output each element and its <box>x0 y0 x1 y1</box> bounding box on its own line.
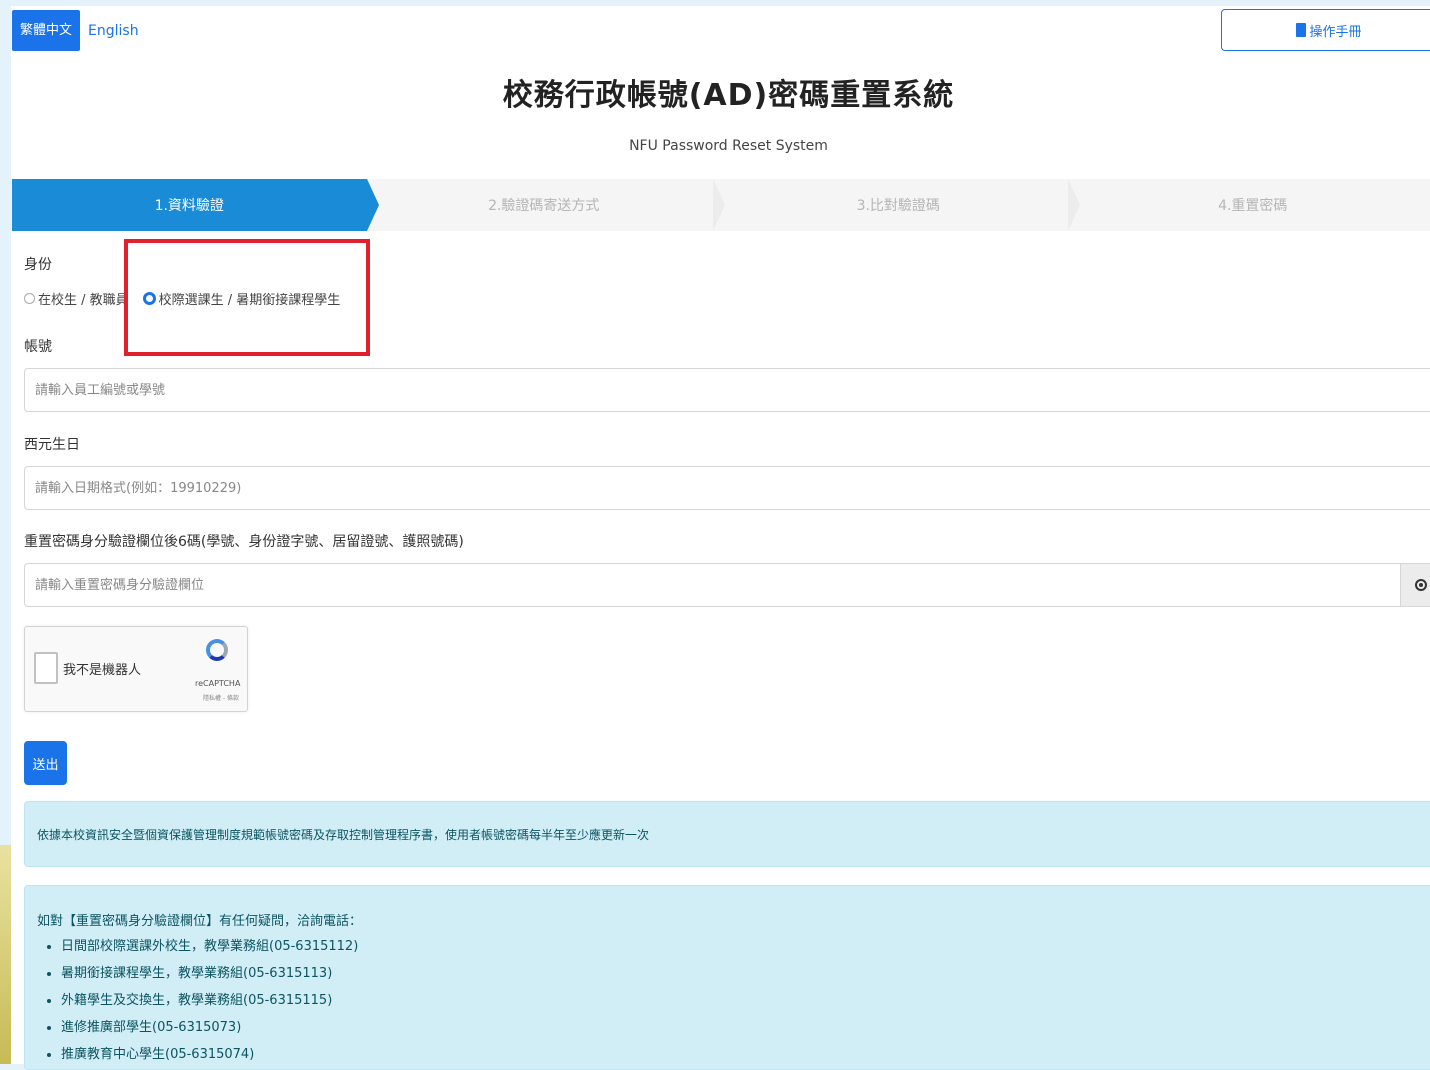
recaptcha-logo-icon <box>206 639 228 661</box>
recaptcha-checkbox[interactable] <box>34 652 58 684</box>
step-progress: 1.資料驗證 2.驗證碼寄送方式 3.比對驗證碼 4.重置密碼 <box>12 179 1430 231</box>
identity-option-staff-label: 在校生 / 教職員 <box>38 289 129 308</box>
contact-item: 外籍學生及交換生，教學業務組(05-6315115) <box>61 987 1430 1014</box>
manual-button[interactable]: 操作手冊 <box>1221 9 1430 51</box>
eye-icon <box>1415 579 1427 591</box>
birthday-input[interactable] <box>24 466 1430 510</box>
policy-notice: 依據本校資訊安全暨個資保護管理制度規範帳號密碼及存取控制管理程序書，使用者帳號密… <box>24 801 1430 867</box>
lang-zh-button[interactable]: 繁體中文 <box>12 10 80 51</box>
page-title: 校務行政帳號(AD)密碼重置系統 <box>11 70 1430 114</box>
recaptcha-terms-link[interactable]: 隱私權 - 條款 <box>203 693 239 702</box>
identity-option-staff[interactable]: 在校生 / 教職員 <box>24 289 129 308</box>
step-3: 3.比對驗證碼 <box>721 179 1076 231</box>
book-icon <box>1296 23 1306 37</box>
manual-label: 操作手冊 <box>1309 21 1361 40</box>
recaptcha-text: 我不是機器人 <box>63 659 141 678</box>
recaptcha-widget: 我不是機器人 reCAPTCHA 隱私權 - 條款 <box>24 626 248 712</box>
decorative-side-bar <box>0 845 11 1064</box>
birthday-label: 西元生日 <box>24 434 80 454</box>
identity-label: 身份 <box>24 254 52 274</box>
contact-item: 日間部校際選課外校生，教學業務組(05-6315112) <box>61 933 1430 960</box>
contact-info-box: 如對【重置密碼身分驗證欄位】有任何疑問，洽詢電話： 日間部校際選課外校生，教學業… <box>24 885 1430 1070</box>
lang-en-link[interactable]: English <box>88 23 139 39</box>
toggle-visibility-button[interactable] <box>1400 563 1430 607</box>
contact-item: 暑期銜接課程學生，教學業務組(05-6315113) <box>61 960 1430 987</box>
policy-notice-text: 依據本校資訊安全暨個資保護管理制度規範帳號密碼及存取控制管理程序書，使用者帳號密… <box>37 826 649 843</box>
recaptcha-brand: reCAPTCHA <box>195 679 240 688</box>
step-4: 4.重置密碼 <box>1076 179 1430 231</box>
page-subtitle: NFU Password Reset System <box>11 138 1430 154</box>
submit-button[interactable]: 送出 <box>24 741 67 785</box>
red-highlight-box <box>124 239 370 356</box>
page-container: 繁體中文 English 操作手冊 校務行政帳號(AD)密碼重置系統 NFU P… <box>11 6 1430 1064</box>
account-label: 帳號 <box>24 336 52 356</box>
verify-input[interactable] <box>24 563 1404 607</box>
step-2: 2.驗證碼寄送方式 <box>367 179 722 231</box>
verify-label: 重置密碼身分驗證欄位後6碼(學號、身份證字號、居留證號、護照號碼) <box>24 531 464 551</box>
contact-item: 進修推廣部學生(05-6315073) <box>61 1014 1430 1041</box>
language-switcher: 繁體中文 English <box>12 10 139 51</box>
radio-unchecked-icon[interactable] <box>24 293 35 304</box>
step-1: 1.資料驗證 <box>12 179 367 231</box>
contact-list: 日間部校際選課外校生，教學業務組(05-6315112) 暑期銜接課程學生，教學… <box>37 933 1430 1068</box>
account-input[interactable] <box>24 368 1430 412</box>
contact-heading: 如對【重置密碼身分驗證欄位】有任何疑問，洽詢電話： <box>37 910 1430 929</box>
